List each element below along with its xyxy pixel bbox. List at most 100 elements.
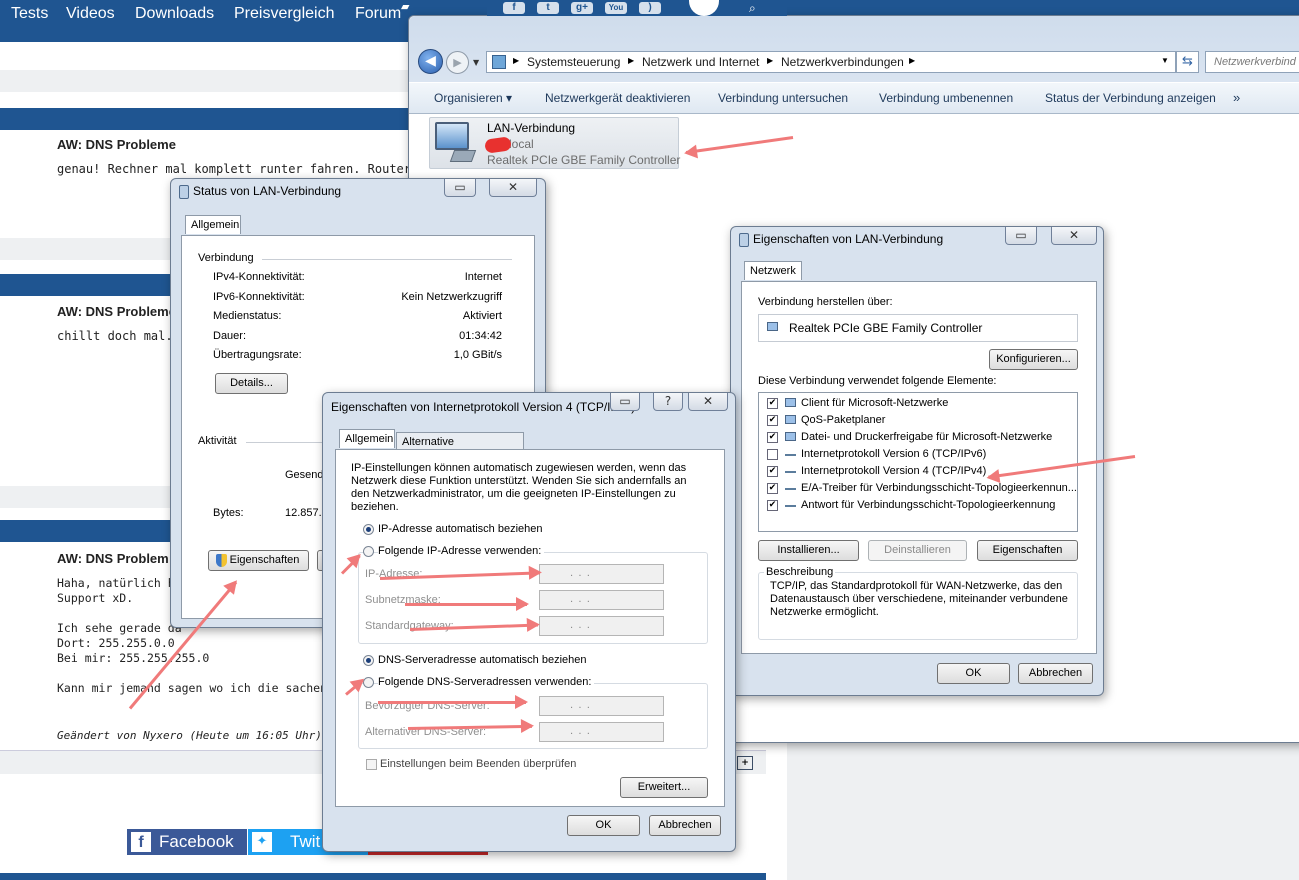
tab-netzwerk[interactable]: Netzwerk: [744, 261, 802, 280]
more-commands-icon[interactable]: »: [1233, 90, 1240, 105]
youtube-icon[interactable]: You: [605, 2, 627, 14]
address-bar[interactable]: ▶ Systemsteuerung ▶ Netzwerk und Interne…: [486, 51, 1176, 73]
component-label[interactable]: Internetprotokoll Version 4 (TCP/IPv4): [801, 465, 986, 477]
ipv4-label: IPv4-Konnektivität:: [213, 271, 305, 283]
connection-adapter: Realtek PCIe GBE Family Controller: [487, 153, 681, 167]
description-label: Beschreibung: [764, 566, 836, 578]
shield-icon: [216, 554, 227, 567]
bytes-sent-value: 12.857.: [285, 507, 322, 519]
component-checkbox[interactable]: ✔: [767, 500, 778, 511]
component-checkbox[interactable]: ✔: [767, 432, 778, 443]
tab-allgemein[interactable]: Allgemein: [339, 429, 395, 448]
facebook-icon[interactable]: f: [503, 2, 525, 14]
manual-ip-radio[interactable]: [363, 546, 374, 557]
component-properties-button[interactable]: Eigenschaften: [977, 540, 1078, 561]
ok-button[interactable]: OK: [937, 663, 1010, 684]
details-button[interactable]: Details...: [215, 373, 288, 394]
breadcrumb-arrow-icon[interactable]: ▶: [767, 56, 773, 65]
twitter-icon: ✦: [252, 832, 272, 852]
cancel-button[interactable]: Abbrechen: [649, 815, 721, 836]
close-button[interactable]: ✕: [1051, 227, 1097, 245]
manual-ip-label[interactable]: Folgende IP-Adresse verwenden:: [378, 545, 545, 557]
rss-icon[interactable]: ): [639, 2, 661, 14]
auto-dns-radio[interactable]: [363, 655, 374, 666]
ip-address-input[interactable]: . . .: [539, 564, 664, 584]
organize-menu[interactable]: Organisieren ▾: [434, 91, 512, 105]
cancel-button[interactable]: Abbrechen: [1018, 663, 1093, 684]
bottom-bar: [0, 873, 766, 880]
validate-checkbox[interactable]: [366, 759, 377, 770]
quote-icon[interactable]: +: [737, 756, 753, 770]
component-label[interactable]: Internetprotokoll Version 6 (TCP/IPv6): [801, 448, 986, 460]
redaction-scribble: [484, 136, 512, 154]
components-list: ✔ Client für Microsoft-Netzwerke ✔ QoS-P…: [758, 392, 1078, 532]
advanced-button[interactable]: Erweitert...: [620, 777, 708, 798]
breadcrumb-netzwerkverbindungen[interactable]: Netzwerkverbindungen: [781, 55, 904, 69]
component-label[interactable]: Antwort für Verbindungsschicht-Topologie…: [801, 499, 1055, 511]
back-button[interactable]: ◀: [418, 49, 443, 74]
breadcrumb-arrow-icon[interactable]: ▶: [909, 56, 915, 65]
close-button[interactable]: ✕: [489, 179, 537, 197]
googleplus-icon[interactable]: g+: [571, 2, 593, 14]
component-checkbox[interactable]: ✔: [767, 398, 778, 409]
nav-forum[interactable]: Forum: [355, 5, 401, 23]
component-checkbox[interactable]: [767, 449, 778, 460]
component-checkbox[interactable]: ✔: [767, 466, 778, 477]
component-checkbox[interactable]: ✔: [767, 483, 778, 494]
address-dropdown-icon[interactable]: ▼: [1161, 56, 1169, 65]
component-label[interactable]: Datei- und Druckerfreigabe für Microsoft…: [801, 431, 1052, 443]
network-adapter-icon: [435, 122, 469, 150]
nav-preisvergleich[interactable]: Preisvergleich: [234, 5, 334, 23]
refresh-icon[interactable]: ⇆: [1176, 51, 1199, 73]
auto-ip-label[interactable]: IP-Adresse automatisch beziehen: [378, 523, 542, 535]
view-status-button[interactable]: Status der Verbindung anzeigen: [1045, 91, 1216, 105]
validate-label[interactable]: Einstellungen beim Beenden überprüfen: [380, 758, 576, 770]
install-button[interactable]: Installieren...: [758, 540, 859, 561]
lan-connection-item[interactable]: LAN-Verbindung local Realtek PCIe GBE Fa…: [429, 117, 681, 169]
close-button[interactable]: ✕: [688, 393, 728, 411]
forward-button[interactable]: ▶: [446, 51, 469, 74]
component-label[interactable]: QoS-Paketplaner: [801, 414, 885, 426]
auto-ip-radio[interactable]: [363, 524, 374, 535]
minimize-button[interactable]: ▭: [610, 393, 640, 411]
search-input[interactable]: Netzwerkverbind: [1205, 51, 1299, 73]
subnet-input[interactable]: . . .: [539, 590, 664, 610]
breadcrumb-systemsteuerung[interactable]: Systemsteuerung: [527, 55, 620, 69]
minimize-button[interactable]: ▭: [1005, 227, 1037, 245]
rename-button[interactable]: Verbindung umbenennen: [879, 91, 1013, 105]
section-divider: [262, 259, 512, 260]
history-dropdown-icon[interactable]: ▼: [473, 58, 479, 67]
tab-label: Allgemein: [345, 433, 394, 445]
preferred-dns-input[interactable]: . . .: [539, 696, 664, 716]
forum-strip: [0, 238, 175, 260]
breadcrumb-arrow-icon[interactable]: ▶: [628, 56, 634, 65]
configure-button[interactable]: Konfigurieren...: [989, 349, 1078, 370]
nav-tests[interactable]: Tests: [11, 5, 48, 23]
nav-videos[interactable]: Videos: [66, 5, 115, 23]
twitter-icon[interactable]: t: [537, 2, 559, 14]
gateway-input[interactable]: . . .: [539, 616, 664, 636]
protocol-icon: [785, 483, 796, 490]
user-avatar[interactable]: [689, 0, 719, 16]
diagnose-button[interactable]: Verbindung untersuchen: [718, 91, 848, 105]
minimize-button[interactable]: ▭: [444, 179, 476, 197]
uninstall-button[interactable]: Deinstallieren: [868, 540, 967, 561]
status-properties-button[interactable]: Eigenschaften: [208, 550, 309, 571]
alternate-dns-input[interactable]: . . .: [539, 722, 664, 742]
component-label[interactable]: E/A-Treiber für Verbindungsschicht-Topol…: [801, 482, 1077, 494]
description-text: TCP/IP, das Standardprotokoll für WAN-Ne…: [770, 580, 1068, 618]
tab-allgemein[interactable]: Allgemein: [185, 215, 241, 234]
component-checkbox[interactable]: ✔: [767, 415, 778, 426]
search-icon[interactable]: ⌕: [749, 1, 756, 16]
component-label[interactable]: Client für Microsoft-Netzwerke: [801, 397, 948, 409]
ok-button[interactable]: OK: [567, 815, 640, 836]
manual-dns-label[interactable]: Folgende DNS-Serveradressen verwenden:: [378, 676, 595, 688]
nav-downloads[interactable]: Downloads: [135, 5, 214, 23]
breadcrumb-netzwerk[interactable]: Netzwerk und Internet: [642, 55, 759, 69]
disable-device-button[interactable]: Netzwerkgerät deaktivieren: [545, 91, 690, 105]
breadcrumb-arrow-icon[interactable]: ▶: [513, 56, 519, 65]
help-button[interactable]: ?: [653, 393, 683, 411]
configure-label: Konfigurieren...: [996, 353, 1071, 365]
tab-alternative[interactable]: Alternative Konfiguration: [396, 432, 524, 460]
auto-dns-label[interactable]: DNS-Serveradresse automatisch beziehen: [378, 654, 587, 666]
